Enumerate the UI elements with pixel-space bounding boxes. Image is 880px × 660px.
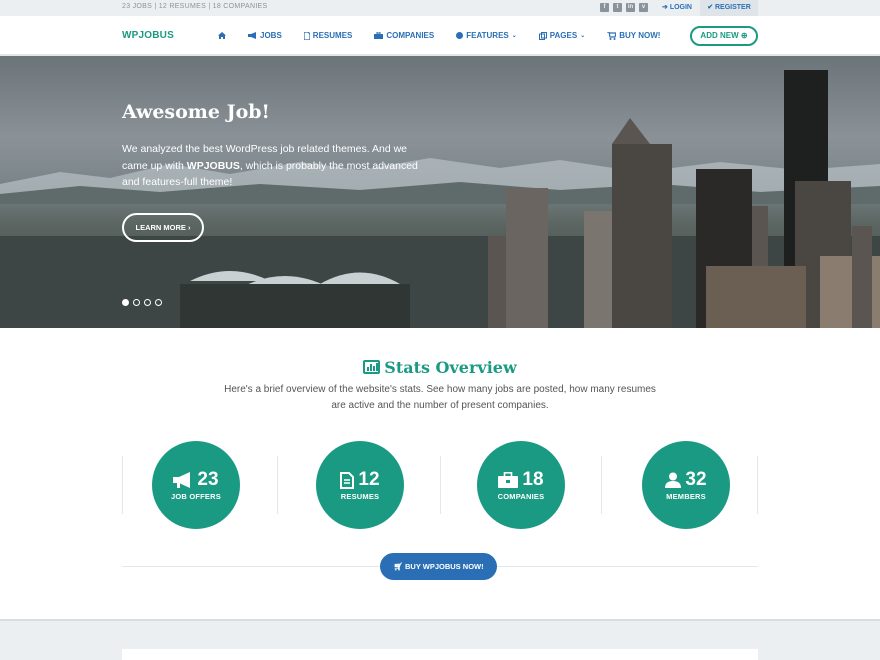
register-label: REGISTER xyxy=(715,4,751,11)
slider-dot[interactable] xyxy=(144,299,151,306)
add-new-label: ADD NEW xyxy=(700,31,739,40)
stats-row: 23 JOB OFFERS 12 RESUMES 18 COMPANIES 32… xyxy=(122,441,758,529)
learn-more-label: LEARN MORE xyxy=(135,223,186,232)
main-header: WPJOBUS JOBS RESUMES COMPANIES FEATURES … xyxy=(0,16,880,56)
megaphone-icon xyxy=(248,32,256,39)
chevron-down-icon: ⌄ xyxy=(511,33,517,39)
stat-members: 32 MEMBERS xyxy=(642,441,730,529)
divider xyxy=(277,456,278,514)
file-icon xyxy=(340,471,355,489)
check-icon: ✔ xyxy=(707,4,715,11)
stat-value: 12 xyxy=(358,469,380,490)
site-logo[interactable]: WPJOBUS xyxy=(122,30,174,41)
site-counts: 23 JOBS | 12 RESUMES | 18 COMPANIES xyxy=(122,3,268,10)
buy-now-button[interactable]: 🛒︎ BUY WPJOBUS NOW! xyxy=(380,553,497,580)
buy-now-label: BUY WPJOBUS NOW! xyxy=(404,562,484,571)
vimeo-icon[interactable]: v xyxy=(639,3,648,12)
file-icon xyxy=(303,31,310,40)
stats-description: Here's a brief overview of the website's… xyxy=(0,382,880,414)
stat-label: MEMBERS xyxy=(666,492,706,501)
stat-resumes: 12 RESUMES xyxy=(316,441,404,529)
linkedin-icon[interactable]: in xyxy=(626,3,635,12)
nav-features[interactable]: FEATURES ⌄ xyxy=(456,31,517,40)
pages-icon xyxy=(538,31,547,40)
login-link[interactable]: ➔ LOGIN xyxy=(656,0,698,16)
stat-label: JOB OFFERS xyxy=(171,492,221,501)
briefcase-icon xyxy=(498,472,519,488)
nav-resumes[interactable]: RESUMES xyxy=(303,31,353,40)
nav-pages-label: PAGES xyxy=(549,31,578,40)
nav-home[interactable] xyxy=(218,31,226,40)
nav-companies[interactable]: COMPANIES xyxy=(374,31,434,40)
hero-title: Awesome Job! xyxy=(122,101,270,123)
main-nav: JOBS RESUMES COMPANIES FEATURES ⌄ PAGES … xyxy=(218,31,682,40)
stat-value: 23 xyxy=(197,469,219,490)
nav-features-label: FEATURES xyxy=(466,31,509,40)
nav-jobs[interactable]: JOBS xyxy=(248,31,282,40)
city-skyline xyxy=(0,70,880,328)
learn-more-button[interactable]: LEARN MORE › xyxy=(122,213,204,242)
stat-value: 32 xyxy=(685,469,707,490)
cart-icon xyxy=(607,31,617,40)
stats-title-text: Stats Overview xyxy=(384,358,517,377)
slider-dot[interactable] xyxy=(122,299,129,306)
megaphone-icon xyxy=(173,472,191,488)
circle-icon xyxy=(456,32,464,39)
nav-buy-now[interactable]: BUY NOW! xyxy=(607,31,660,40)
cart-icon: 🛒︎ xyxy=(393,562,405,571)
home-icon xyxy=(218,32,226,39)
hero-desc-brand: WPJOBUS xyxy=(186,159,240,172)
plus-circle-icon: ⊕ xyxy=(740,31,748,40)
user-icon xyxy=(665,472,682,488)
login-icon: ➔ xyxy=(662,4,670,11)
divider xyxy=(122,456,123,514)
nav-buy-now-label: BUY NOW! xyxy=(619,31,661,40)
bar-chart-icon xyxy=(363,360,381,374)
content-card xyxy=(122,649,758,660)
social-links: f t in v xyxy=(600,3,648,12)
nav-jobs-label: JOBS xyxy=(260,31,282,40)
next-section xyxy=(0,619,880,660)
divider xyxy=(757,456,758,514)
twitter-icon[interactable]: t xyxy=(613,3,622,12)
chevron-down-icon: ⌄ xyxy=(580,33,586,39)
stat-companies: 18 COMPANIES xyxy=(477,441,565,529)
stat-job-offers: 23 JOB OFFERS xyxy=(152,441,240,529)
top-bar: 23 JOBS | 12 RESUMES | 18 COMPANIES f t … xyxy=(0,0,880,16)
briefcase-icon xyxy=(374,32,384,39)
divider xyxy=(601,456,602,514)
hero-slider: Awesome Job! We analyzed the best WordPr… xyxy=(0,56,880,328)
slider-dot[interactable] xyxy=(133,299,140,306)
nav-companies-label: COMPANIES xyxy=(386,31,435,40)
login-label: LOGIN xyxy=(669,4,692,11)
nav-resumes-label: RESUMES xyxy=(312,31,353,40)
stats-heading: Stats Overview xyxy=(0,358,880,377)
stat-label: COMPANIES xyxy=(497,492,545,501)
slider-dot[interactable] xyxy=(155,299,162,306)
chevron-right-icon: › xyxy=(188,223,191,232)
add-new-button[interactable]: ADD NEW ⊕ xyxy=(690,26,758,46)
stat-label: RESUMES xyxy=(340,492,380,501)
slider-dots xyxy=(122,299,162,306)
stat-value: 18 xyxy=(522,469,544,490)
facebook-icon[interactable]: f xyxy=(600,3,609,12)
stats-description-text: Here's a brief overview of the website's… xyxy=(224,384,656,411)
hero-description: We analyzed the best WordPress job relat… xyxy=(122,141,432,191)
register-link[interactable]: ✔ REGISTER xyxy=(700,0,758,16)
nav-pages[interactable]: PAGES ⌄ xyxy=(538,31,586,40)
divider xyxy=(440,456,441,514)
